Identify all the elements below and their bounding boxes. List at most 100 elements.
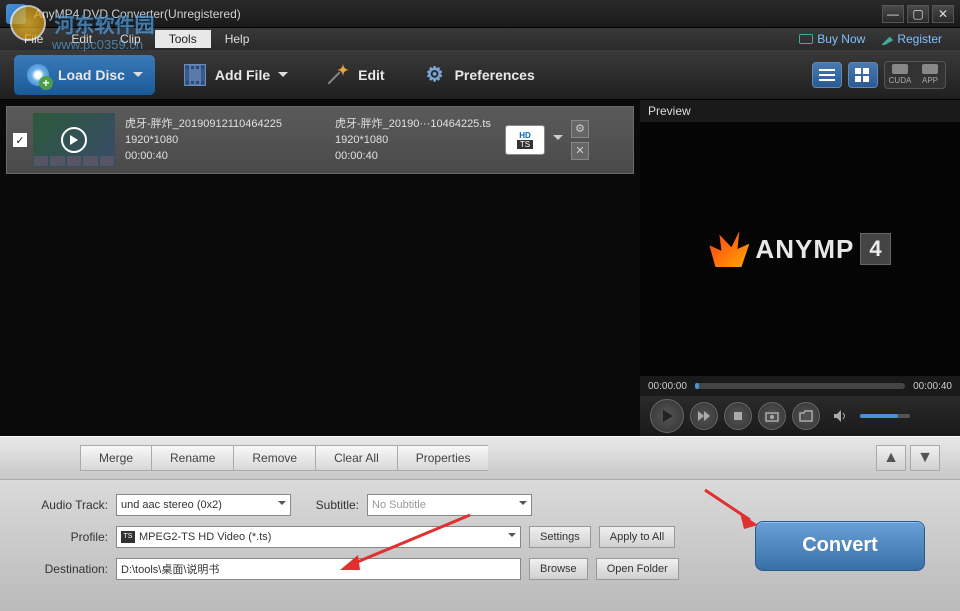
app-logo-icon	[6, 4, 26, 24]
forward-button[interactable]	[690, 402, 718, 430]
row-settings-button[interactable]: ⚙	[571, 120, 589, 138]
play-overlay-icon	[61, 127, 87, 153]
pen-icon	[881, 33, 893, 45]
file-thumbnail[interactable]	[33, 113, 115, 167]
snapshot-button[interactable]	[758, 402, 786, 430]
destination-input[interactable]: D:\tools\桌面\说明书	[116, 558, 521, 580]
edit-button[interactable]: Edit	[316, 57, 394, 93]
titlebar: AnyMP4 DVD Converter(Unregistered) — ▢ ✕	[0, 0, 960, 28]
seek-slider[interactable]	[695, 383, 905, 389]
clear-all-button[interactable]: Clear All	[315, 445, 397, 471]
list-view-button[interactable]	[812, 62, 842, 88]
action-bar: Merge Rename Remove Clear All Properties…	[0, 436, 960, 480]
thumbnail-view-button[interactable]	[848, 62, 878, 88]
stop-button[interactable]	[724, 402, 752, 430]
disc-icon	[27, 64, 49, 86]
subtitle-label: Subtitle:	[299, 498, 359, 512]
register-link[interactable]: Register	[873, 32, 950, 46]
time-total: 00:00:40	[913, 381, 952, 392]
profile-select[interactable]: TS MPEG2-TS HD Video (*.ts)	[116, 526, 521, 548]
grid-icon	[855, 68, 871, 82]
preview-controls	[640, 396, 960, 436]
play-button[interactable]	[650, 399, 684, 433]
register-label: Register	[897, 32, 942, 46]
gpu-badge: CUDA APP	[884, 61, 946, 89]
gear-icon: ⚙	[423, 63, 447, 87]
menu-help[interactable]: Help	[211, 30, 264, 48]
load-disc-label: Load Disc	[58, 67, 125, 83]
cuda-label: CUDA	[885, 62, 915, 88]
flame-icon	[709, 231, 749, 267]
main-area: ✓ 虎牙-胖炸_20190912110464225 1920*1080 00:0…	[0, 100, 960, 436]
file-name: 虎牙-胖炸_20190912110464225	[125, 116, 335, 132]
preview-label: Preview	[640, 100, 960, 122]
brand-4: 4	[860, 233, 890, 265]
buy-now-label: Buy Now	[817, 32, 865, 46]
brand-logo: ANYMP 4	[709, 231, 890, 267]
buy-now-link[interactable]: Buy Now	[791, 32, 873, 46]
amd-app-label: APP	[915, 62, 945, 88]
cart-icon	[799, 34, 813, 44]
remove-button[interactable]: Remove	[233, 445, 315, 471]
window-title: AnyMP4 DVD Converter(Unregistered)	[34, 7, 882, 21]
volume-slider[interactable]	[860, 414, 910, 418]
preferences-label: Preferences	[455, 67, 535, 83]
chevron-down-icon	[133, 72, 143, 82]
move-down-button[interactable]: ▼	[910, 445, 940, 471]
browse-button[interactable]: Browse	[529, 558, 588, 580]
apply-all-button[interactable]: Apply to All	[599, 526, 675, 548]
chevron-down-icon	[278, 72, 288, 82]
file-output-resolution: 1920*1080	[335, 132, 505, 148]
menu-edit[interactable]: Edit	[57, 30, 106, 48]
brand-text: ANYMP	[755, 234, 854, 265]
rename-button[interactable]: Rename	[151, 445, 233, 471]
preferences-button[interactable]: ⚙ Preferences	[413, 57, 545, 93]
ts-label: TS	[517, 140, 533, 149]
ts-format-icon: TS	[121, 531, 135, 543]
file-list-pane: ✓ 虎牙-胖炸_20190912110464225 1920*1080 00:0…	[0, 100, 640, 436]
file-output-duration: 00:00:40	[335, 148, 505, 164]
snapshot-folder-button[interactable]	[792, 402, 820, 430]
add-file-button[interactable]: Add File	[173, 57, 298, 93]
format-badge[interactable]: HD TS	[505, 125, 545, 155]
file-info-source: 虎牙-胖炸_20190912110464225 1920*1080 00:00:…	[125, 116, 335, 164]
subtitle-select[interactable]: No Subtitle	[367, 494, 532, 516]
edit-label: Edit	[358, 67, 384, 83]
hd-label: HD	[519, 131, 531, 140]
time-current: 00:00:00	[648, 381, 687, 392]
move-up-button[interactable]: ▲	[876, 445, 906, 471]
list-icon	[819, 68, 835, 82]
file-checkbox[interactable]: ✓	[13, 133, 27, 147]
file-info-output: 虎牙-胖炸_20190···10464225.ts 1920*1080 00:0…	[335, 116, 505, 164]
bottom-form: Audio Track: und aac stereo (0x2) Subtit…	[0, 480, 960, 611]
menu-clip[interactable]: Clip	[106, 30, 155, 48]
format-dropdown-icon[interactable]	[553, 135, 563, 145]
menu-tools[interactable]: Tools	[155, 30, 211, 48]
load-disc-button[interactable]: Load Disc	[14, 55, 155, 95]
file-output-name: 虎牙-胖炸_20190···10464225.ts	[335, 116, 505, 132]
preview-timeline: 00:00:00 00:00:40	[640, 376, 960, 396]
close-button[interactable]: ✕	[932, 5, 954, 23]
row-delete-button[interactable]: ✕	[571, 142, 589, 160]
file-row[interactable]: ✓ 虎牙-胖炸_20190912110464225 1920*1080 00:0…	[6, 106, 634, 174]
maximize-button[interactable]: ▢	[907, 5, 929, 23]
preview-pane: Preview ANYMP 4 00:00:00 00:00:40	[640, 100, 960, 436]
profile-label: Profile:	[20, 530, 108, 544]
volume-icon	[833, 409, 847, 423]
film-icon	[184, 64, 206, 86]
minimize-button[interactable]: —	[882, 5, 904, 23]
preview-video: ANYMP 4	[640, 122, 960, 376]
convert-button[interactable]: Convert	[755, 521, 925, 571]
destination-label: Destination:	[20, 562, 108, 576]
merge-button[interactable]: Merge	[80, 445, 151, 471]
audio-track-select[interactable]: und aac stereo (0x2)	[116, 494, 291, 516]
properties-button[interactable]: Properties	[397, 445, 489, 471]
toolbar: Load Disc Add File Edit ⚙ Preferences CU…	[0, 50, 960, 100]
file-resolution: 1920*1080	[125, 132, 335, 148]
audio-track-label: Audio Track:	[20, 498, 108, 512]
menu-file[interactable]: File	[10, 30, 57, 48]
volume-button[interactable]	[826, 402, 854, 430]
open-folder-button[interactable]: Open Folder	[596, 558, 679, 580]
file-duration: 00:00:40	[125, 148, 335, 164]
settings-button[interactable]: Settings	[529, 526, 591, 548]
